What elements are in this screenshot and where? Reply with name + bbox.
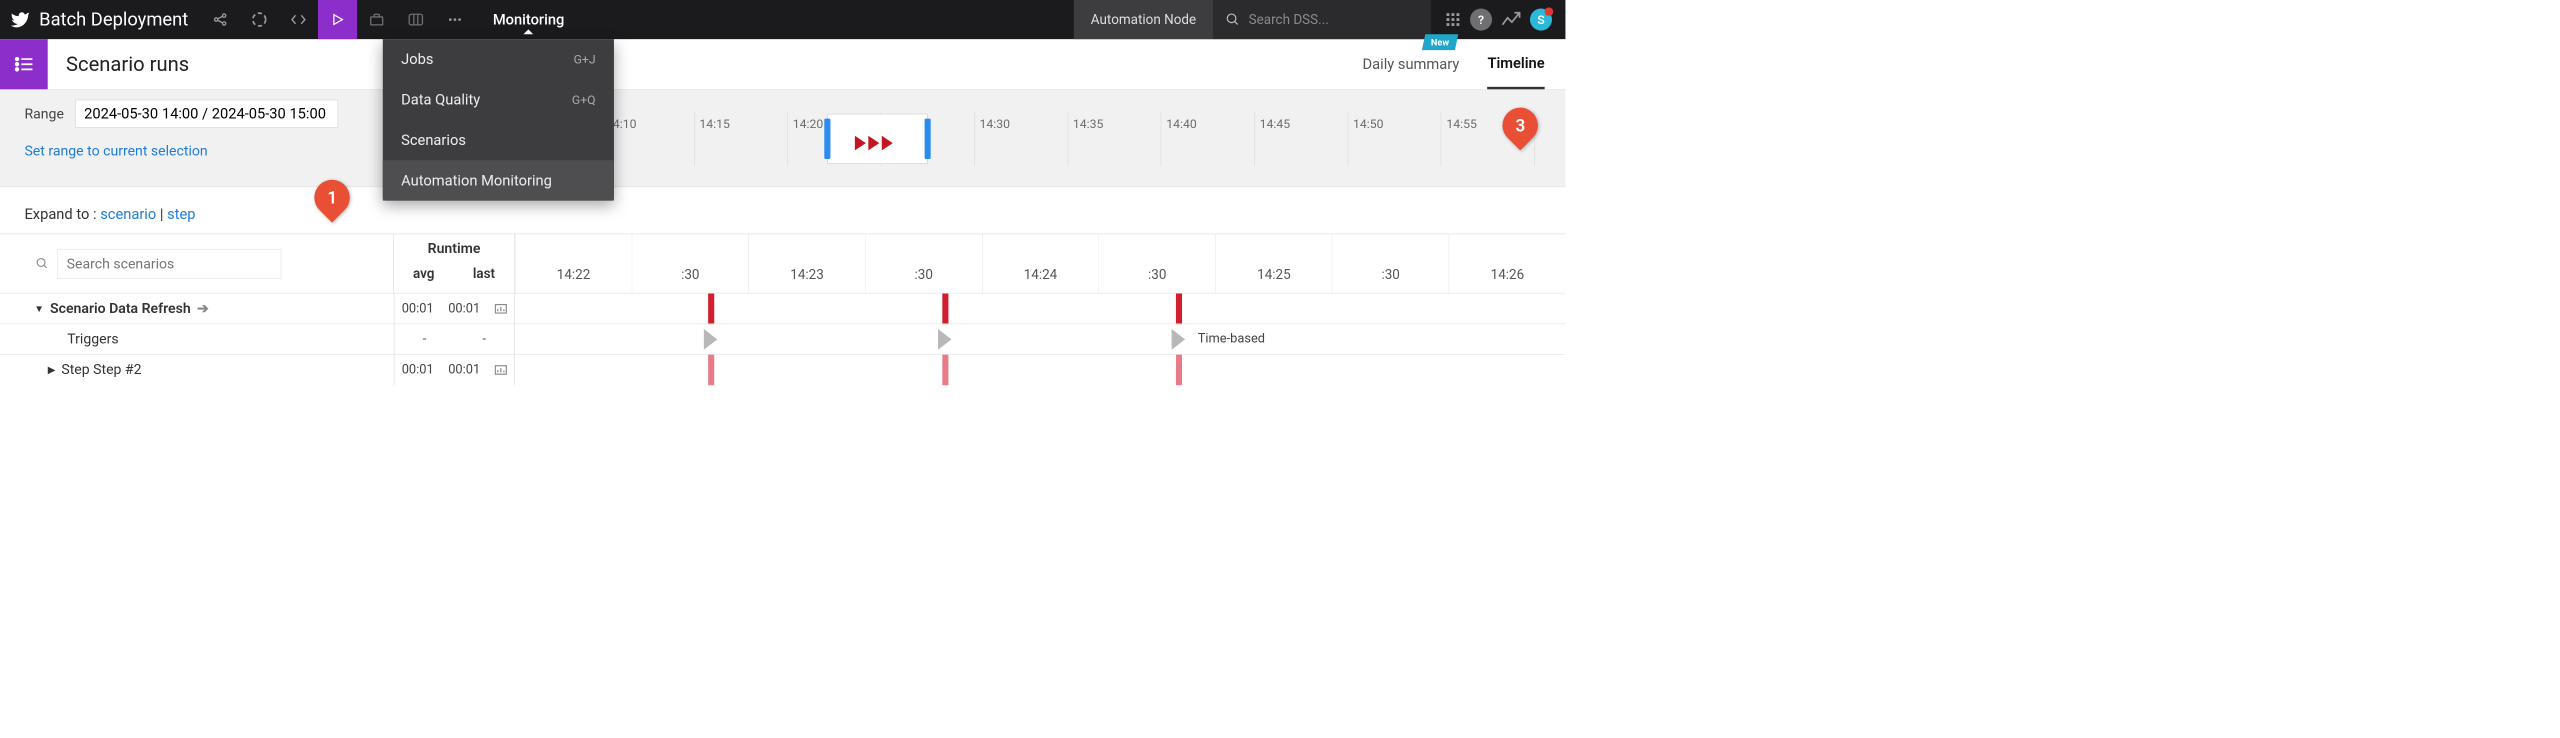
hamburger-icon[interactable] bbox=[0, 39, 48, 89]
expand-row: Expand to : scenario | step bbox=[0, 187, 1565, 233]
top-nav-bar: Batch Deployment Monitoring Automation N… bbox=[0, 0, 1565, 39]
expand-prefix: Expand to : bbox=[24, 205, 100, 222]
run-marker[interactable] bbox=[1176, 354, 1182, 385]
callout-pin-3: 3 bbox=[1502, 108, 1537, 153]
range-link[interactable]: Set range to current selection bbox=[24, 142, 207, 159]
time-tick: 14:24 bbox=[982, 234, 1099, 293]
runtime-header: Runtime bbox=[394, 234, 514, 257]
grid-icon[interactable] bbox=[396, 0, 435, 39]
callout-pin-1: 1 bbox=[314, 180, 349, 225]
trend-icon[interactable] bbox=[1501, 11, 1522, 28]
run-icon[interactable] bbox=[318, 0, 357, 39]
time-tick: :30 bbox=[1099, 234, 1216, 293]
mini-tick: 14:45 bbox=[1254, 111, 1347, 166]
tab-timeline[interactable]: Timeline bbox=[1487, 39, 1544, 89]
run-marker[interactable] bbox=[708, 293, 714, 324]
flow-icon[interactable] bbox=[240, 0, 279, 39]
dropdown-item-data-quality[interactable]: Data QualityG+Q bbox=[383, 79, 614, 119]
last-header: last bbox=[473, 267, 495, 282]
brush-handle-right[interactable] bbox=[925, 119, 931, 159]
dropdown-item-scenarios[interactable]: Scenarios bbox=[383, 120, 614, 160]
automation-node-label[interactable]: Automation Node bbox=[1074, 0, 1214, 39]
run-marker[interactable] bbox=[708, 354, 714, 385]
gantt-table: Runtime avg last 14:22 :30 14:23 :30 14:2… bbox=[0, 234, 1565, 385]
dropdown-item-automation-monitoring[interactable]: Automation Monitoring bbox=[383, 160, 614, 200]
time-tick: 14:26 bbox=[1449, 234, 1566, 293]
trigger-marker[interactable] bbox=[938, 329, 951, 350]
time-tick: :30 bbox=[865, 234, 982, 293]
brush-handle-left[interactable] bbox=[824, 119, 830, 159]
page-subheader: Scenario runs Daily summary Timeline bbox=[0, 39, 1565, 89]
avatar[interactable]: S bbox=[1530, 9, 1552, 31]
time-tick: :30 bbox=[1332, 234, 1449, 293]
dropdown-item-jobs[interactable]: JobsG+J bbox=[383, 39, 614, 79]
run-dropdown: JobsG+J Data QualityG+Q Scenarios Automa… bbox=[383, 39, 614, 200]
chart-icon[interactable] bbox=[495, 304, 507, 314]
page-title: Scenario runs bbox=[48, 52, 189, 76]
mini-timeline[interactable]: 14:10 14:15 14:20 14:25 14:30 14:35 14:4… bbox=[600, 111, 1534, 166]
mini-tick: 14:10 bbox=[600, 111, 693, 166]
notification-dot-icon bbox=[1545, 7, 1554, 16]
mini-tick: 14:30 bbox=[974, 111, 1067, 166]
run-marker[interactable] bbox=[942, 293, 948, 324]
expand-step-link[interactable]: step bbox=[167, 205, 195, 222]
mini-tick: 14:15 bbox=[694, 111, 787, 166]
table-row[interactable]: Triggers -- Time-based bbox=[0, 323, 1565, 354]
help-icon[interactable]: ? bbox=[1470, 9, 1492, 31]
table-row[interactable]: ▶Step Step #2 00:0100:01 bbox=[0, 354, 1565, 385]
project-title[interactable]: Batch Deployment bbox=[39, 9, 200, 30]
arrow-right-icon[interactable]: ➔ bbox=[197, 300, 209, 317]
trigger-type-label: Time-based bbox=[1198, 331, 1265, 346]
expand-icon[interactable]: ▶ bbox=[48, 364, 56, 376]
chart-icon[interactable] bbox=[495, 365, 507, 375]
monitoring-tab[interactable]: Monitoring bbox=[474, 11, 582, 28]
avg-header: avg bbox=[413, 267, 434, 282]
code-icon[interactable] bbox=[279, 0, 318, 39]
range-input[interactable] bbox=[75, 100, 338, 128]
apps-icon[interactable] bbox=[1444, 11, 1461, 28]
search-icon bbox=[35, 257, 48, 270]
range-label: Range bbox=[24, 105, 63, 122]
app-logo[interactable] bbox=[0, 9, 39, 30]
run-marker[interactable] bbox=[1176, 293, 1182, 324]
trigger-marker[interactable] bbox=[1171, 329, 1184, 350]
run-marker[interactable] bbox=[942, 354, 948, 385]
mini-tick: 14:40 bbox=[1161, 111, 1254, 166]
scenario-search-input[interactable] bbox=[57, 249, 281, 279]
trigger-marker[interactable] bbox=[704, 329, 717, 350]
time-tick: 14:22 bbox=[515, 234, 632, 293]
expand-scenario-link[interactable]: scenario bbox=[100, 205, 156, 222]
new-badge: New bbox=[1422, 34, 1458, 50]
more-icon[interactable] bbox=[435, 0, 474, 39]
time-tick: 14:23 bbox=[748, 234, 865, 293]
share-icon[interactable] bbox=[201, 0, 240, 39]
avatar-letter: S bbox=[1537, 12, 1544, 27]
briefcase-icon[interactable] bbox=[357, 0, 396, 39]
mini-tick: 14:50 bbox=[1348, 111, 1441, 166]
gantt-header: Runtime avg last 14:22 :30 14:23 :30 14:2… bbox=[0, 234, 1565, 293]
time-tick: :30 bbox=[632, 234, 749, 293]
table-row[interactable]: ▼Scenario Data Refresh➔ 00:0100:01 bbox=[0, 293, 1565, 324]
time-tick: 14:25 bbox=[1215, 234, 1332, 293]
mini-run-markers bbox=[855, 136, 893, 151]
search-container bbox=[1213, 0, 1431, 39]
search-input[interactable] bbox=[1240, 12, 1419, 27]
search-icon bbox=[1225, 12, 1240, 27]
collapse-icon[interactable]: ▼ bbox=[34, 302, 44, 314]
mini-tick: 14:35 bbox=[1067, 111, 1160, 166]
